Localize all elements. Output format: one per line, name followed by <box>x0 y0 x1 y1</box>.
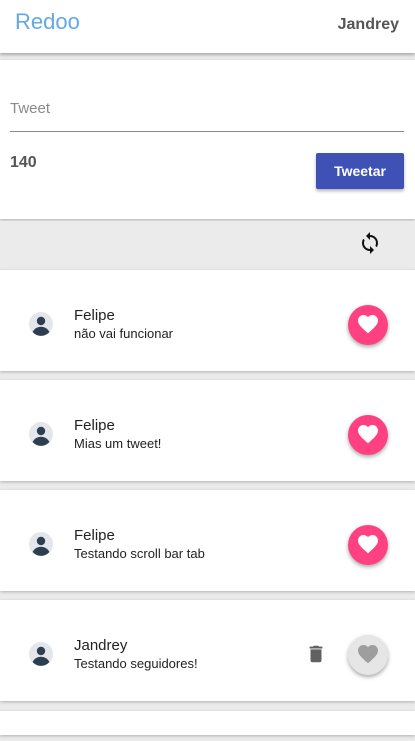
heart-icon <box>356 312 380 339</box>
char-counter: 140 <box>10 154 37 171</box>
tweet-text: Mias um tweet! <box>74 436 162 451</box>
heart-icon <box>356 642 380 669</box>
tweet-text: não vai funcionar <box>74 326 174 341</box>
brand-logo[interactable]: Redoo <box>15 9 80 35</box>
tweet-author[interactable]: Felipe <box>74 527 115 544</box>
tweet-card: Felipe Mias um tweet! <box>0 380 415 481</box>
tweet-author[interactable]: Jandrey <box>74 637 127 654</box>
tweet-author[interactable]: Felipe <box>74 307 115 324</box>
trash-icon <box>305 643 327 668</box>
tweet-composer: 140 Tweetar <box>0 60 415 219</box>
tweet-input[interactable] <box>10 86 404 132</box>
like-button[interactable] <box>348 525 388 565</box>
refresh-icon[interactable] <box>358 231 382 255</box>
tweet-card: Felipe Testando scroll bar tab <box>0 490 415 591</box>
heart-icon <box>356 422 380 449</box>
list-item <box>0 711 415 735</box>
avatar <box>29 642 53 666</box>
tweet-text: Testando scroll bar tab <box>74 546 205 561</box>
tweet-text: Testando seguidores! <box>74 656 198 671</box>
like-button[interactable] <box>348 305 388 345</box>
tweet-author[interactable]: Felipe <box>74 417 115 434</box>
heart-icon <box>356 532 380 559</box>
tweet-feed: Felipe não vai funcionar Felipe Mias um twe… <box>0 270 415 710</box>
tweet-button[interactable]: Tweetar <box>316 153 404 189</box>
avatar <box>29 532 53 556</box>
tweet-card: Felipe não vai funcionar <box>0 270 415 371</box>
avatar <box>29 312 53 336</box>
delete-tweet-button[interactable] <box>305 644 327 666</box>
current-user-name[interactable]: Jandrey <box>338 16 399 34</box>
like-button[interactable] <box>348 415 388 455</box>
refresh-bar <box>0 221 415 269</box>
like-button[interactable] <box>348 635 388 675</box>
tweet-card: Jandrey Testando seguidores! <box>0 600 415 701</box>
avatar <box>29 422 53 446</box>
app-bar: Redoo Jandrey <box>0 0 415 53</box>
